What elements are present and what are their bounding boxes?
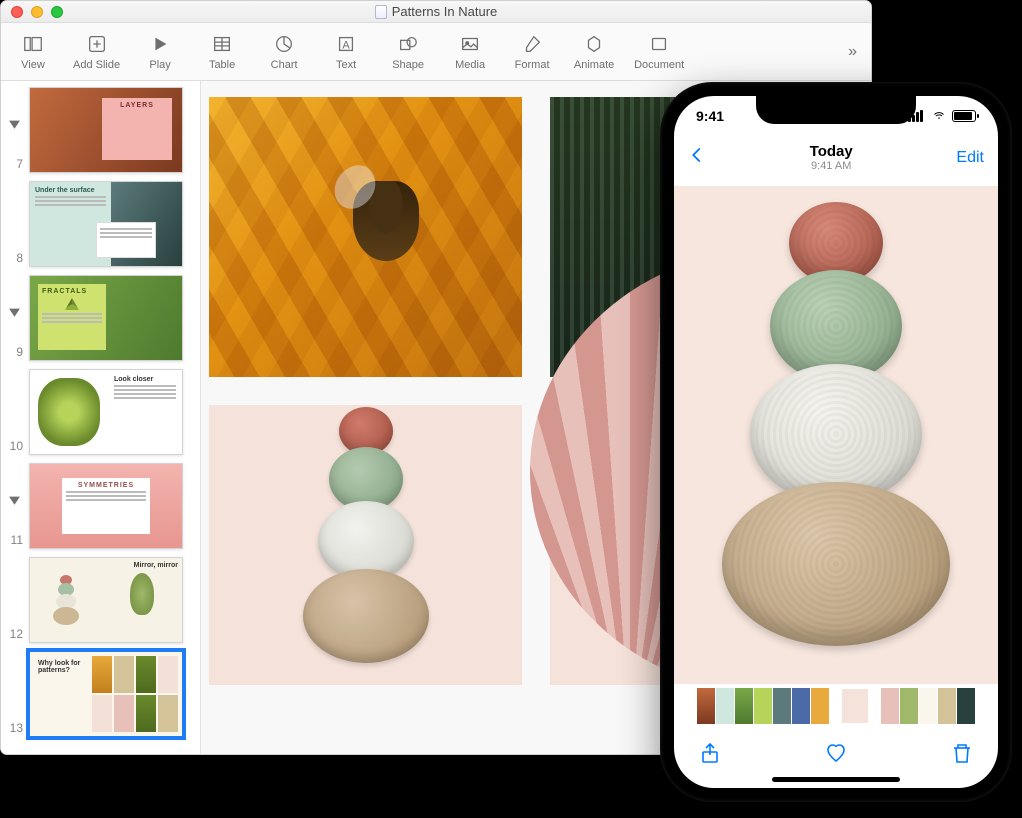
document-button[interactable]: Document (634, 32, 684, 71)
slide-thumb-12[interactable]: 12 Mirror, mirror (5, 557, 196, 643)
minimize-window-button[interactable] (31, 6, 43, 18)
slide-thumb-7[interactable]: 7 LAYERS (5, 87, 196, 173)
disclosure-triangle[interactable] (9, 117, 20, 135)
slide-thumb-11[interactable]: 11 SYMMETRIES (5, 463, 196, 549)
canvas-image-honeycomb[interactable] (209, 97, 522, 377)
media-button[interactable]: Media (448, 32, 492, 71)
iphone-device: 9:41 Today 9:41 AM Edit (660, 82, 1012, 802)
text-icon: A (334, 32, 358, 56)
shape-icon (396, 32, 420, 56)
status-time: 9:41 (696, 108, 724, 124)
canvas-image-urchins[interactable] (209, 405, 522, 685)
slide-thumb-8[interactable]: 8 Under the surface (5, 181, 196, 267)
home-indicator[interactable] (772, 777, 900, 782)
slide-thumb-9[interactable]: 9 FRACTALS (5, 275, 196, 361)
slide-navigator[interactable]: 7 LAYERS 8 Under the surface 9 (1, 81, 201, 754)
zoom-window-button[interactable] (51, 6, 63, 18)
notch (756, 96, 916, 124)
chart-icon (272, 32, 296, 56)
slide-thumb-10[interactable]: 10 Look closer (5, 369, 196, 455)
table-button[interactable]: Table (200, 32, 244, 71)
plus-icon (85, 32, 109, 56)
iphone-screen: 9:41 Today 9:41 AM Edit (674, 96, 998, 788)
disclosure-triangle[interactable] (9, 493, 20, 511)
shape-button[interactable]: Shape (386, 32, 430, 71)
window-title: Patterns In Nature (1, 4, 871, 19)
view-icon (21, 32, 45, 56)
slide-thumb-13[interactable]: 13 Why look for patterns? (5, 651, 196, 737)
back-button[interactable] (688, 144, 706, 173)
chart-button[interactable]: Chart (262, 32, 306, 71)
toolbar: View Add Slide Play Table Chart A Text S… (1, 23, 871, 81)
animate-icon (582, 32, 606, 56)
media-icon (458, 32, 482, 56)
table-icon (210, 32, 234, 56)
animate-button[interactable]: Animate (572, 32, 616, 71)
view-button[interactable]: View (11, 32, 55, 71)
edit-button[interactable]: Edit (956, 149, 984, 167)
format-icon (520, 32, 544, 56)
close-window-button[interactable] (11, 6, 23, 18)
titlebar: Patterns In Nature (1, 1, 871, 23)
window-title-text: Patterns In Nature (392, 4, 498, 19)
photo-viewer[interactable] (674, 186, 998, 684)
photos-toolbar (674, 732, 998, 778)
photos-navbar: Today 9:41 AM Edit (674, 136, 998, 180)
document-icon (647, 32, 671, 56)
toolbar-overflow-button[interactable]: » (844, 39, 861, 65)
text-button[interactable]: A Text (324, 32, 368, 71)
share-button[interactable] (698, 741, 722, 770)
document-icon (375, 5, 387, 19)
disclosure-triangle[interactable] (9, 305, 20, 323)
delete-button[interactable] (950, 741, 974, 770)
navbar-title: Today 9:41 AM (810, 144, 853, 173)
play-button[interactable]: Play (138, 32, 182, 71)
battery-icon (952, 110, 976, 122)
favorite-button[interactable] (824, 741, 848, 770)
photo-filmstrip[interactable] (674, 686, 998, 726)
window-controls (11, 6, 63, 18)
play-icon (148, 32, 172, 56)
add-slide-button[interactable]: Add Slide (73, 32, 120, 71)
wifi-icon (931, 110, 947, 122)
format-button[interactable]: Format (510, 32, 554, 71)
svg-text:A: A (342, 40, 350, 52)
